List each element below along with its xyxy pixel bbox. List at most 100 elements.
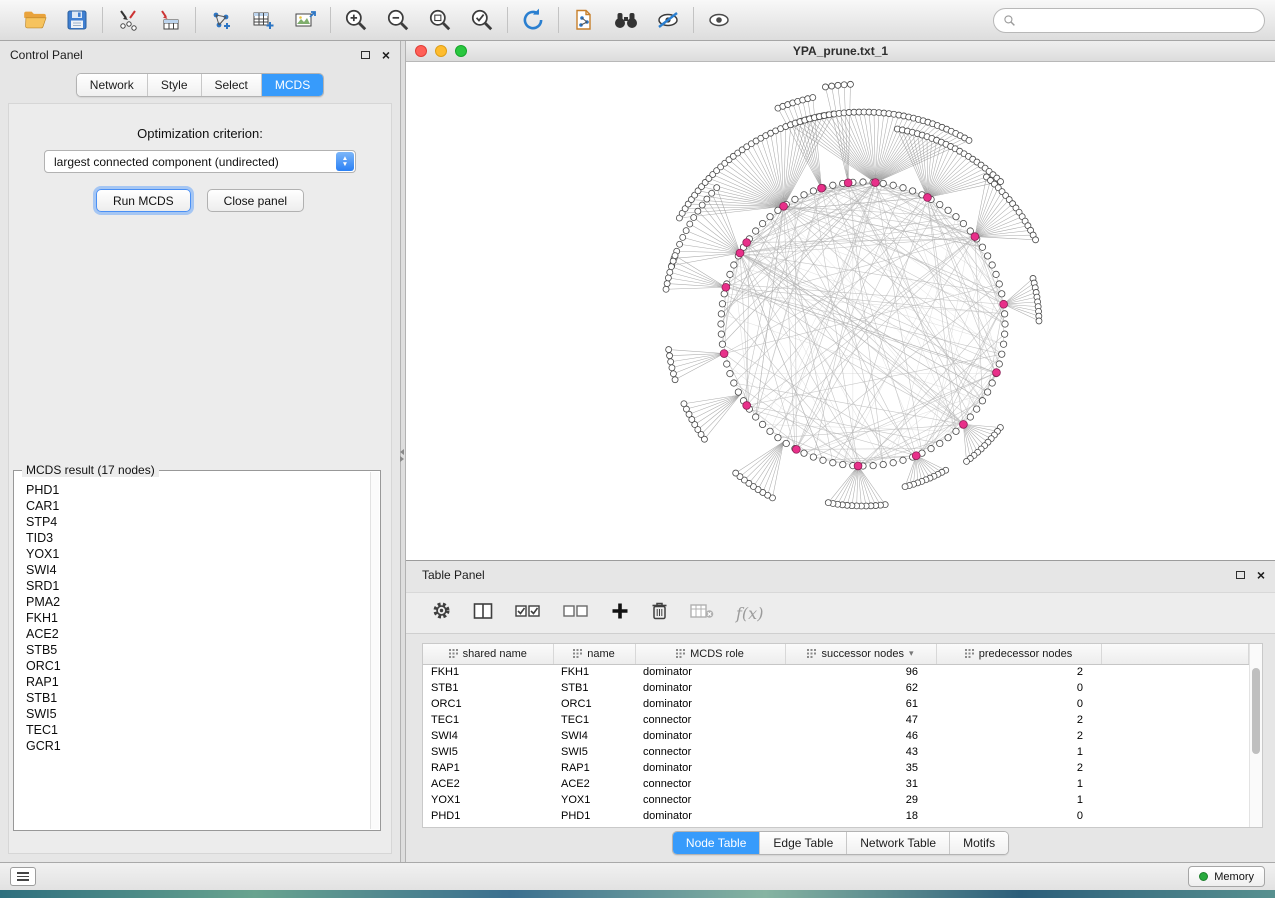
network-hub-node[interactable] [818,184,826,192]
table-row[interactable]: ACE2ACE2connector311 [423,776,1249,792]
network-node[interactable] [801,192,807,198]
network-leaf-node[interactable] [835,82,841,88]
table-cell[interactable]: PHD1 [553,808,635,824]
network-node[interactable] [830,460,836,466]
table-settings-button[interactable] [432,601,451,625]
network-node[interactable] [718,331,724,337]
network-node[interactable] [775,434,781,440]
network-hub-node[interactable] [971,233,979,241]
network-leaf-node[interactable] [733,470,739,476]
table-row[interactable]: STB1STB1dominator620 [423,680,1249,696]
table-cell[interactable]: 43 [785,744,936,760]
zoom-fit-button[interactable] [425,5,455,35]
tab-select[interactable]: Select [202,74,262,96]
network-node[interactable] [721,291,727,297]
network-hub-node[interactable] [854,462,862,470]
network-leaf-node[interactable] [681,401,687,407]
table-cell[interactable]: SWI5 [553,744,635,760]
close-panel-button[interactable]: Close panel [207,189,304,212]
network-hub-node[interactable] [722,283,730,291]
table-cell[interactable]: ACE2 [553,776,635,792]
network-leaf-node[interactable] [699,202,705,208]
column-header-name[interactable]: name [553,644,635,664]
select-all-columns-button[interactable] [515,603,541,624]
mcds-result-item[interactable]: ACE2 [26,626,366,642]
network-hub-node[interactable] [743,239,751,247]
table-cell[interactable]: dominator [635,808,785,824]
tab-edge-table[interactable]: Edge Table [760,832,847,854]
network-node[interactable] [973,406,979,412]
table-cell[interactable]: STB1 [423,680,553,696]
network-leaf-node[interactable] [964,458,970,464]
network-node[interactable] [909,188,915,194]
network-leaf-node[interactable] [1033,237,1039,243]
table-cell[interactable]: TEC1 [553,712,635,728]
table-cell[interactable]: SWI5 [423,744,553,760]
mcds-result-item[interactable]: SWI4 [26,562,366,578]
table-cell[interactable]: 2 [936,760,1101,776]
network-node[interactable] [945,207,951,213]
mcds-result-item[interactable]: YOX1 [26,546,366,562]
table-cell[interactable]: dominator [635,728,785,744]
network-node[interactable] [999,351,1005,357]
network-node[interactable] [880,180,886,186]
network-leaf-node[interactable] [672,377,678,383]
network-leaf-node[interactable] [714,185,720,191]
tab-network-table[interactable]: Network Table [847,832,950,854]
column-header-mcds-role[interactable]: MCDS role [635,644,785,664]
network-leaf-node[interactable] [810,94,816,100]
network-svg[interactable] [406,62,1275,560]
close-table-panel-icon[interactable]: × [1257,570,1265,580]
float-panel-icon[interactable] [361,51,370,59]
network-node[interactable] [937,440,943,446]
table-cell[interactable]: 1 [936,792,1101,808]
network-node[interactable] [928,445,934,451]
network-leaf-node[interactable] [691,215,697,221]
network-leaf-node[interactable] [670,258,676,264]
network-leaf-node[interactable] [667,269,673,275]
network-leaf-node[interactable] [687,221,693,227]
table-cell[interactable]: SWI4 [423,728,553,744]
network-node[interactable] [719,341,725,347]
network-node[interactable] [996,281,1002,287]
table-cell[interactable]: YOX1 [423,792,553,808]
mcds-result-item[interactable]: ORC1 [26,658,366,674]
network-node[interactable] [993,271,999,277]
table-row[interactable]: RAP1RAP1dominator352 [423,760,1249,776]
network-leaf-node[interactable] [829,83,835,89]
network-leaf-node[interactable] [847,81,853,87]
network-hub-node[interactable] [871,179,879,187]
tab-network[interactable]: Network [77,74,148,96]
table-cell[interactable]: STB1 [553,680,635,696]
table-cell[interactable]: 2 [936,712,1101,728]
tab-motifs[interactable]: Motifs [950,832,1008,854]
network-leaf-node[interactable] [704,196,710,202]
network-node[interactable] [890,182,896,188]
network-hub-node[interactable] [924,194,932,202]
table-cell[interactable]: 62 [785,680,936,696]
network-leaf-node[interactable] [665,275,671,281]
network-leaf-node[interactable] [668,359,674,365]
mcds-result-item[interactable]: TEC1 [26,722,366,738]
table-cell[interactable]: ORC1 [553,696,635,712]
function-builder-button[interactable]: f(x) [736,604,763,623]
table-cell[interactable]: connector [635,712,785,728]
network-leaf-node[interactable] [695,208,701,214]
network-node[interactable] [999,291,1005,297]
network-node[interactable] [984,253,990,259]
network-node[interactable] [960,220,966,226]
table-cell[interactable]: 61 [785,696,936,712]
float-table-panel-icon[interactable] [1236,571,1245,579]
search-network-button[interactable] [611,5,641,35]
table-cell[interactable]: 2 [936,728,1101,744]
share-document-button[interactable] [569,5,599,35]
network-node[interactable] [731,262,737,268]
mcds-result-item[interactable]: STB5 [26,642,366,658]
table-row[interactable]: PHD1PHD1dominator180 [423,808,1249,824]
network-node[interactable] [752,414,758,420]
table-cell[interactable]: PHD1 [423,808,553,824]
network-leaf-node[interactable] [1036,318,1042,324]
table-row[interactable]: YOX1YOX1connector291 [423,792,1249,808]
mcds-result-item[interactable]: GCR1 [26,738,366,754]
mcds-result-item[interactable]: PHD1 [26,482,366,498]
